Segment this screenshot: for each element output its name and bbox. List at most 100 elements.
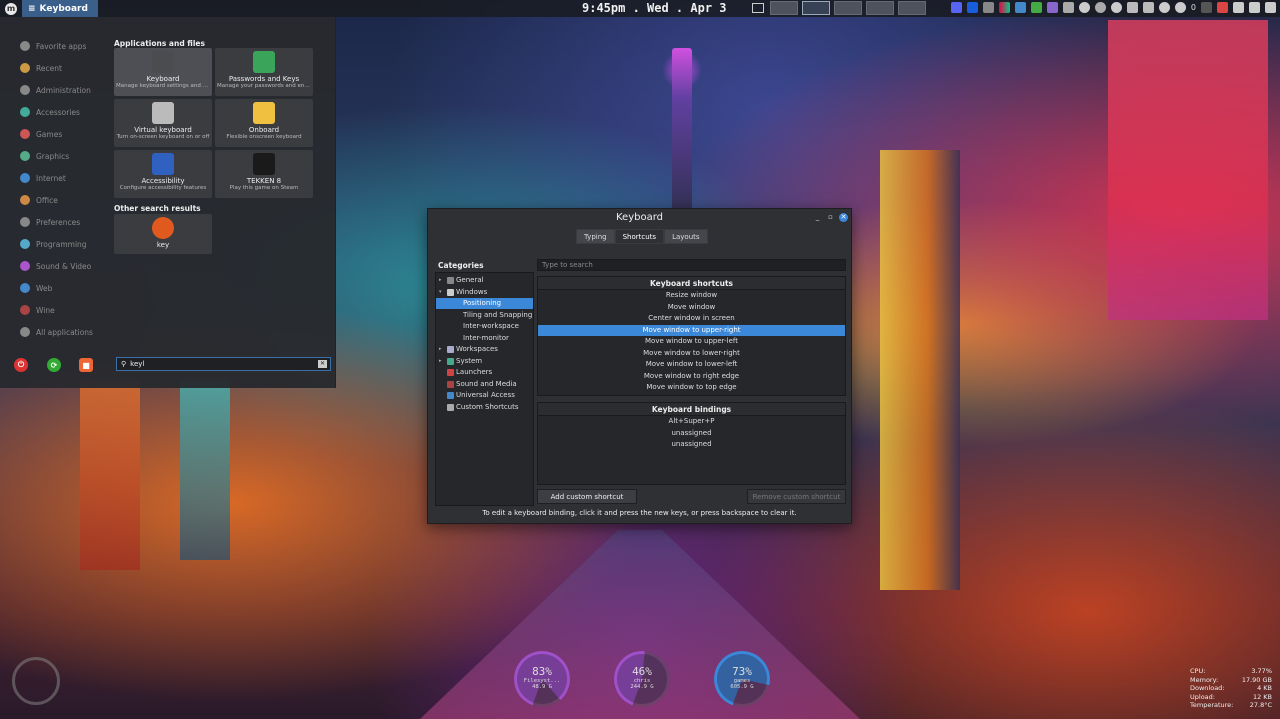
menu-category-13[interactable]: All applications (20, 327, 93, 337)
disk-icon[interactable] (1249, 2, 1260, 13)
screenshot-icon[interactable] (1217, 2, 1228, 13)
sysmon-value: 3.77% (1251, 667, 1272, 675)
shortcut-search-input[interactable]: Type to search (537, 259, 846, 271)
shortcut-row[interactable]: Move window to upper-right (538, 324, 845, 336)
menu-category-0[interactable]: Favorite apps (20, 41, 86, 51)
binding-row[interactable]: Alt+Super+P (538, 416, 845, 428)
vpn-icon[interactable] (1030, 2, 1042, 13)
tab-layouts[interactable]: Layouts (664, 229, 708, 244)
app-icon (152, 153, 174, 175)
shortcut-row[interactable]: Move window (538, 302, 845, 314)
tab-shortcuts[interactable]: Shortcuts (614, 229, 665, 244)
shortcuts-heading: Keyboard shortcuts (538, 277, 845, 290)
menu-category-7[interactable]: Office (20, 195, 58, 205)
notifications-icon[interactable] (1174, 2, 1186, 13)
user-icon[interactable] (1265, 2, 1276, 13)
menu-category-5[interactable]: Graphics (20, 151, 69, 161)
tree-item-sound-and-media[interactable]: Sound and Media (439, 379, 517, 390)
menu-category-10[interactable]: Sound & Video (20, 261, 91, 271)
minimize-icon[interactable]: _ (813, 213, 822, 222)
app-tile[interactable]: Passwords and Keys Manage your passwords … (215, 48, 313, 96)
remove-custom-shortcut-button[interactable]: Remove custom shortcut (747, 489, 846, 504)
tree-item-positioning[interactable]: Positioning (436, 298, 533, 309)
workspace-2[interactable] (802, 1, 830, 15)
app-tile[interactable]: Virtual keyboard Turn on-screen keyboard … (114, 99, 212, 147)
clear-search-icon[interactable]: ✕ (318, 360, 327, 368)
discord-icon[interactable] (950, 2, 962, 13)
menu-search-input[interactable]: ⚲ keyl ✕ (116, 357, 331, 371)
shortcut-row[interactable]: Resize window (538, 290, 845, 302)
shortcut-row[interactable]: Move window to top edge (538, 382, 845, 394)
category-label: Administration (36, 85, 91, 95)
corner-widget[interactable] (12, 657, 60, 705)
tree-item-tiling-and-snapping[interactable]: Tiling and Snapping (463, 310, 532, 321)
tree-item-universal-access[interactable]: Universal Access (439, 390, 515, 401)
menu-category-6[interactable]: Internet (20, 173, 66, 183)
workspace-4[interactable] (866, 1, 894, 15)
lock-icon[interactable]: ■ (79, 358, 93, 372)
bluetooth-icon[interactable] (1126, 2, 1138, 13)
printer-icon[interactable] (1233, 2, 1244, 13)
menu-category-8[interactable]: Preferences (20, 217, 80, 227)
shortcut-row[interactable]: Move window to lower-right (538, 348, 845, 360)
tree-item-system[interactable]: ▸ System (439, 356, 482, 367)
workspace-3[interactable] (834, 1, 862, 15)
menu-category-9[interactable]: Programming (20, 239, 87, 249)
disk-gauge: 83% Filesyst... 48.9 G (514, 651, 570, 707)
app-tile[interactable]: Onboard Flexible onscreen keyboard (215, 99, 313, 147)
alarm-icon[interactable] (1158, 2, 1170, 13)
volume-icon[interactable] (1142, 2, 1154, 13)
menu-category-4[interactable]: Games (20, 129, 62, 139)
shortcut-row[interactable]: Move window to right edge (538, 371, 845, 383)
color-icon[interactable] (998, 2, 1010, 13)
categories-tree: ▸ General ▾ Windows Positioning Tiling and Sn… (435, 272, 534, 506)
notes-icon[interactable] (982, 2, 994, 13)
menu-category-12[interactable]: Wine (20, 305, 55, 315)
sync-icon[interactable] (1110, 2, 1122, 13)
show-desktop-icon[interactable] (752, 3, 764, 13)
tree-item-inter-monitor[interactable]: Inter-monitor (463, 333, 509, 344)
network-icon[interactable] (1062, 2, 1074, 13)
tree-item-general[interactable]: ▸ General (439, 275, 484, 286)
search-result-tile[interactable]: key (114, 214, 212, 254)
shortcut-row[interactable]: Center window in screen (538, 313, 845, 325)
app-tile[interactable]: Accessibility Configure accessibility fea… (114, 150, 212, 198)
menu-category-11[interactable]: Web (20, 283, 52, 293)
shortcut-row[interactable]: Move window to lower-left (538, 359, 845, 371)
location-icon[interactable] (1078, 2, 1090, 13)
binding-row[interactable]: unassigned (538, 428, 845, 440)
shutdown-icon[interactable]: ⏻ (14, 358, 28, 372)
menu-category-2[interactable]: Administration (20, 85, 91, 95)
tree-item-workspaces[interactable]: ▸ Workspaces (439, 344, 498, 355)
shortcut-row[interactable]: Move window to upper-left (538, 336, 845, 348)
taskbar-window-keyboard[interactable]: ≡ Keyboard (22, 0, 98, 17)
menu-category-3[interactable]: Accessories (20, 107, 80, 117)
tree-label: System (456, 356, 483, 365)
tree-item-custom-shortcuts[interactable]: Custom Shortcuts (439, 402, 519, 413)
shield-icon[interactable] (1014, 2, 1026, 13)
wallpaper-tower (672, 48, 692, 218)
binding-row[interactable]: unassigned (538, 439, 845, 451)
maximize-icon[interactable]: ▫ (826, 213, 835, 222)
menu-button[interactable]: m (0, 0, 22, 17)
tree-label: Workspaces (456, 345, 498, 353)
workspace-1[interactable] (770, 1, 798, 15)
tree-item-inter-workspace[interactable]: Inter-workspace (463, 321, 519, 332)
tree-item-windows[interactable]: ▾ Windows (439, 287, 487, 298)
category-label: Wine (36, 305, 55, 315)
menu-category-1[interactable]: Recent (20, 63, 62, 73)
clock[interactable]: 9:45pm . Wed . Apr 3 (582, 1, 727, 15)
tree-item-launchers[interactable]: Launchers (439, 367, 492, 378)
gauge-percent: 83% (532, 665, 552, 678)
steam-icon[interactable] (1094, 2, 1106, 13)
ghost-icon[interactable] (1046, 2, 1058, 13)
app-tile[interactable]: TEKKEN 8 Play this game on Steam (215, 150, 313, 198)
tab-typing[interactable]: Typing (576, 229, 615, 244)
media-icon[interactable] (1201, 2, 1212, 13)
logout-icon[interactable]: ⟳ (47, 358, 61, 372)
bitwarden-icon[interactable] (966, 2, 978, 13)
workspace-5[interactable] (898, 1, 926, 15)
add-custom-shortcut-button[interactable]: Add custom shortcut (537, 489, 637, 504)
close-icon[interactable]: ✕ (839, 213, 848, 222)
app-tile[interactable]: Keyboard Manage keyboard settings and s..… (114, 48, 212, 96)
